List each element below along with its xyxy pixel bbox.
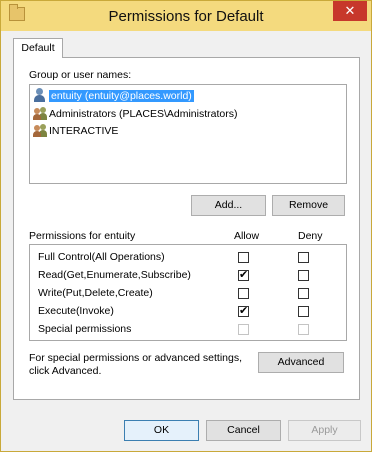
permissions-grid: Full Control(All Operations) Read(Get,En…: [29, 244, 347, 341]
advanced-button[interactable]: Advanced: [258, 352, 344, 373]
user-list[interactable]: entuity (entuity@places.world) Administr…: [29, 84, 347, 184]
group-icon: [33, 123, 47, 137]
advanced-hint-line2: click Advanced.: [29, 365, 102, 377]
remove-button[interactable]: Remove: [272, 195, 345, 216]
list-item-label: INTERACTIVE: [49, 125, 119, 137]
allow-column-header: Allow: [234, 230, 260, 242]
tab-default[interactable]: Default: [13, 38, 63, 58]
window-title: Permissions for Default: [108, 8, 264, 25]
apply-button: Apply: [288, 420, 361, 441]
close-button[interactable]: ✕: [333, 1, 367, 21]
add-button[interactable]: Add...: [191, 195, 266, 216]
write-allow-checkbox[interactable]: [238, 288, 249, 299]
list-item-administrators[interactable]: Administrators (PLACES\Administrators): [33, 106, 237, 121]
list-item-entuity[interactable]: entuity (entuity@places.world): [33, 88, 194, 103]
permission-label-write: Write(Put,Delete,Create): [38, 287, 153, 299]
permissions-title: Permissions for entuity: [29, 230, 136, 242]
special-deny-checkbox: [298, 324, 309, 335]
full-control-allow-checkbox[interactable]: [238, 252, 249, 263]
read-allow-checkbox[interactable]: ✔: [238, 270, 249, 281]
deny-column-header: Deny: [298, 230, 323, 242]
read-deny-checkbox[interactable]: [298, 270, 309, 281]
list-item-interactive[interactable]: INTERACTIVE: [33, 123, 118, 138]
user-icon: [33, 88, 47, 102]
ok-button[interactable]: OK: [124, 420, 199, 441]
group-icon: [33, 106, 47, 120]
list-item-label: entuity (entuity@places.world): [49, 90, 194, 102]
execute-deny-checkbox[interactable]: [298, 306, 309, 317]
cancel-button[interactable]: Cancel: [206, 420, 281, 441]
permissions-dialog: Permissions for Default ✕ Default Group …: [0, 0, 372, 452]
full-control-deny-checkbox[interactable]: [298, 252, 309, 263]
title-bar[interactable]: Permissions for Default ✕: [1, 1, 371, 31]
permission-label-full-control: Full Control(All Operations): [38, 251, 165, 263]
close-icon: ✕: [344, 3, 356, 18]
special-allow-checkbox: [238, 324, 249, 335]
permission-label-special: Special permissions: [38, 323, 132, 335]
advanced-hint-line1: For special permissions or advanced sett…: [29, 352, 243, 364]
permission-label-read: Read(Get,Enumerate,Subscribe): [38, 269, 191, 281]
list-item-label: Administrators (PLACES\Administrators): [49, 108, 238, 120]
permission-label-execute: Execute(Invoke): [38, 305, 114, 317]
write-deny-checkbox[interactable]: [298, 288, 309, 299]
group-or-user-names-label: Group or user names:: [29, 69, 132, 81]
execute-allow-checkbox[interactable]: ✔: [238, 306, 249, 317]
